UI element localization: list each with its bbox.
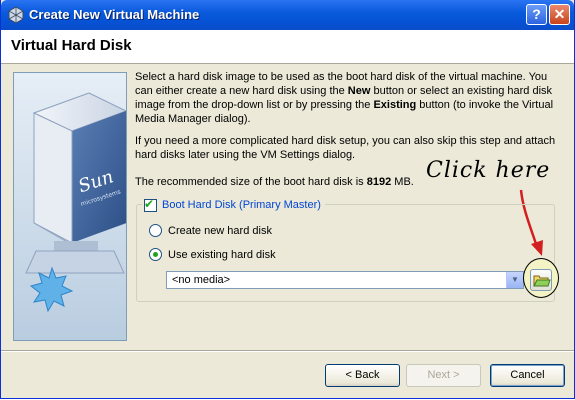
use-existing-label: Use existing hard disk — [168, 248, 276, 261]
create-new-radio[interactable] — [149, 224, 162, 237]
folder-icon — [533, 275, 551, 287]
create-new-disk-option[interactable]: Create new hard disk — [149, 224, 272, 237]
radio-selected-dot — [153, 252, 158, 257]
checkmark-icon: ✔ — [144, 196, 155, 211]
next-button[interactable]: Next > — [406, 364, 481, 387]
footer-separator — [1, 350, 574, 352]
wizard-window: Create New Virtual Machine ? ✕ Virtual H… — [0, 0, 575, 399]
use-existing-disk-option[interactable]: Use existing hard disk — [149, 248, 276, 261]
boot-disk-label: Boot Hard Disk (Primary Master) — [162, 199, 321, 211]
use-existing-radio[interactable] — [149, 248, 162, 261]
media-select[interactable]: <no media> ▼ — [166, 271, 524, 289]
existing-media-button[interactable] — [530, 269, 552, 291]
boot-disk-checkbox[interactable]: ✔ — [144, 196, 157, 212]
chevron-down-icon[interactable]: ▼ — [506, 272, 523, 288]
boot-disk-checkbox-row[interactable]: ✔ Boot Hard Disk (Primary Master) — [142, 197, 325, 213]
back-button[interactable]: < Back — [325, 364, 400, 387]
media-select-value: <no media> — [172, 274, 231, 286]
create-new-label: Create new hard disk — [168, 224, 272, 237]
cancel-button[interactable]: Cancel — [490, 364, 565, 387]
